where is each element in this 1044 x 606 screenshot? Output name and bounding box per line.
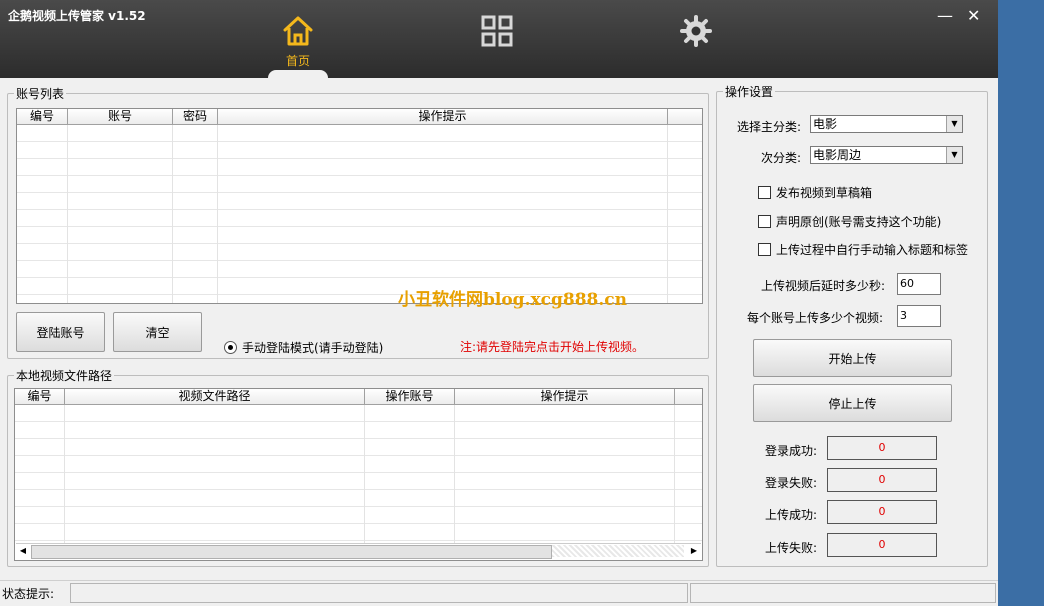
- status-message-field: [70, 583, 688, 603]
- col-header-filler: [668, 109, 702, 124]
- sub-category-value: 电影周边: [813, 148, 862, 162]
- status-extra-field: [690, 583, 996, 603]
- manual-tags-checkbox[interactable]: 上传过程中自行手动输入标题和标签: [758, 241, 968, 258]
- col-header-hint[interactable]: 操作提示: [455, 389, 675, 404]
- col-divider: [364, 405, 365, 544]
- checkbox-box: [758, 243, 771, 256]
- login-fail-label: 登录失败:: [765, 476, 818, 490]
- gear-icon: [680, 15, 712, 47]
- accounts-legend: 账号列表: [14, 85, 67, 102]
- nav-tab-home[interactable]: 首页: [268, 14, 328, 69]
- upload-success-label: 上传成功:: [765, 508, 818, 522]
- col-divider: [172, 125, 173, 303]
- col-header-account[interactable]: 账号: [68, 109, 173, 124]
- main-category-value: 电影: [813, 117, 838, 131]
- settings-group: 操作设置 选择主分类: 电影 ▼ 次分类: 电影周边 ▼ 发布视频到草稿箱 声明…: [716, 83, 988, 567]
- accounts-table-body: [17, 125, 702, 303]
- horizontal-scrollbar[interactable]: ◀ ▶: [16, 543, 701, 559]
- status-label: 状态提示:: [2, 587, 55, 601]
- upload-success-count: 0: [827, 500, 937, 524]
- col-divider: [667, 125, 668, 303]
- col-header-id[interactable]: 编号: [17, 109, 68, 124]
- accounts-group: 账号列表 编号 账号 密码 操作提示 登陆账号 清空 手动登陆模式(请手动登陆)…: [7, 85, 709, 359]
- settings-legend: 操作设置: [723, 83, 776, 100]
- per-account-label: 每个账号上传多少个视频:: [747, 311, 884, 325]
- col-divider: [67, 125, 68, 303]
- status-bar: 状态提示:: [0, 580, 998, 606]
- nav-label-home: 首页: [285, 54, 310, 68]
- col-header-password[interactable]: 密码: [173, 109, 218, 124]
- col-header-filler: [675, 389, 702, 404]
- login-account-button[interactable]: 登陆账号: [16, 312, 105, 352]
- videos-table[interactable]: 编号 视频文件路径 操作账号 操作提示 ◀ ▶: [14, 388, 703, 561]
- original-label: 声明原创(账号需支持这个功能): [776, 215, 942, 229]
- accounts-table[interactable]: 编号 账号 密码 操作提示: [16, 108, 703, 304]
- dropdown-arrow-icon[interactable]: ▼: [946, 147, 962, 163]
- app-title: 企鹅视频上传管家 v1.52: [8, 9, 146, 23]
- login-success-label: 登录成功:: [765, 444, 818, 458]
- close-button[interactable]: ✕: [967, 8, 980, 24]
- col-divider: [454, 405, 455, 544]
- active-tab-notch: [268, 70, 328, 78]
- accounts-table-header: 编号 账号 密码 操作提示: [17, 109, 702, 125]
- col-header-hint[interactable]: 操作提示: [218, 109, 668, 124]
- col-header-path[interactable]: 视频文件路径: [65, 389, 365, 404]
- publish-draft-checkbox[interactable]: 发布视频到草稿箱: [758, 184, 872, 201]
- per-account-input[interactable]: 3: [897, 305, 941, 327]
- minimize-button[interactable]: —: [937, 8, 953, 24]
- manual-tags-label: 上传过程中自行手动输入标题和标签: [776, 243, 969, 257]
- notice-text: 注:请先登陆完点击开始上传视频。: [460, 340, 645, 354]
- scroll-right-icon[interactable]: ▶: [687, 544, 701, 558]
- watermark-text: 小丑软件网blog.xcg888.cn: [398, 290, 627, 310]
- start-upload-button[interactable]: 开始上传: [753, 339, 952, 377]
- nav-tab-settings[interactable]: [666, 14, 726, 48]
- manual-login-radio[interactable]: 手动登陆模式(请手动登陆): [224, 339, 383, 356]
- videos-table-body: [15, 405, 702, 544]
- title-bar: 企鹅视频上传管家 v1.52 — ✕ 首页: [0, 0, 998, 78]
- videos-table-header: 编号 视频文件路径 操作账号 操作提示: [15, 389, 702, 405]
- sub-category-select[interactable]: 电影周边 ▼: [810, 146, 963, 164]
- upload-fail-count: 0: [827, 533, 937, 557]
- clear-button[interactable]: 清空: [113, 312, 202, 352]
- original-checkbox[interactable]: 声明原创(账号需支持这个功能): [758, 213, 941, 230]
- videos-legend: 本地视频文件路径: [14, 367, 115, 384]
- delay-input[interactable]: 60: [897, 273, 941, 295]
- main-category-select[interactable]: 电影 ▼: [810, 115, 963, 133]
- app-window: 企鹅视频上传管家 v1.52 — ✕ 首页 账号列表 编号 账号 密码 操作提示…: [0, 0, 998, 606]
- dropdown-arrow-icon[interactable]: ▼: [946, 116, 962, 132]
- nav-tab-grid[interactable]: [467, 14, 527, 48]
- col-divider: [64, 405, 65, 544]
- videos-group: 本地视频文件路径 编号 视频文件路径 操作账号 操作提示 ◀ ▶: [7, 367, 709, 567]
- stop-upload-button[interactable]: 停止上传: [753, 384, 952, 422]
- login-fail-count: 0: [827, 468, 937, 492]
- publish-draft-label: 发布视频到草稿箱: [776, 186, 873, 200]
- col-header-id[interactable]: 编号: [15, 389, 65, 404]
- scroll-track[interactable]: [552, 545, 684, 557]
- upload-fail-label: 上传失败:: [765, 541, 818, 555]
- delay-label: 上传视频后延时多少秒:: [761, 279, 886, 293]
- checkbox-box: [758, 186, 771, 199]
- col-header-account[interactable]: 操作账号: [365, 389, 455, 404]
- main-category-label: 选择主分类:: [737, 120, 802, 134]
- login-success-count: 0: [827, 436, 937, 460]
- grid-icon: [481, 15, 513, 47]
- col-divider: [674, 405, 675, 544]
- home-icon: [283, 16, 313, 46]
- scroll-thumb[interactable]: [31, 545, 552, 559]
- col-divider: [217, 125, 218, 303]
- manual-login-label: 手动登陆模式(请手动登陆): [242, 341, 384, 355]
- sub-category-label: 次分类:: [761, 151, 802, 165]
- checkbox-box: [758, 215, 771, 228]
- scroll-left-icon[interactable]: ◀: [16, 544, 30, 558]
- radio-dot: [224, 341, 237, 354]
